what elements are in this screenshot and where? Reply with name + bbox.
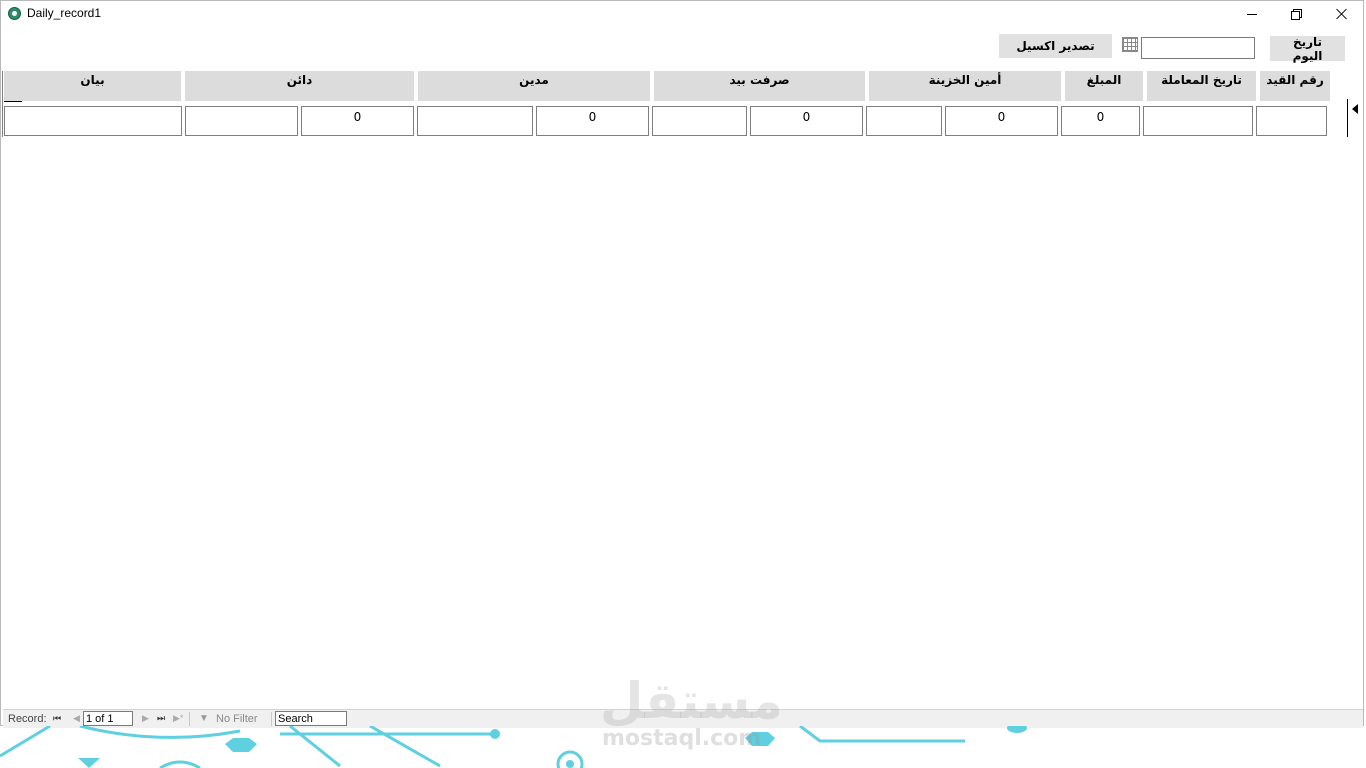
circuit-node — [490, 729, 500, 739]
debit-name-field[interactable] — [417, 106, 533, 136]
debit-id-field[interactable]: 0 — [536, 106, 649, 136]
column-header-credit: دائن — [185, 71, 414, 101]
description-field[interactable] — [4, 106, 182, 136]
circuit-lines — [0, 726, 965, 768]
circuit-line — [369, 726, 441, 768]
column-header-amount: المبلغ — [1065, 71, 1143, 101]
title-bar: Daily_record1 — [1, 1, 1363, 27]
divider — [271, 712, 272, 726]
today-date-button[interactable]: تاريخ اليوم — [1270, 35, 1345, 63]
minimize-icon — [1247, 13, 1257, 15]
circuit-node — [566, 760, 574, 768]
triangle-shape — [78, 758, 100, 768]
treasurer-name-field[interactable] — [866, 106, 942, 136]
column-header-entry-no: رقم القيد — [1260, 71, 1330, 101]
column-header-treasurer: أمين الخزينة — [869, 71, 1061, 101]
circuit-line — [289, 726, 341, 768]
column-header-transaction-date: تاريخ المعاملة — [1147, 71, 1256, 101]
filter-status[interactable]: No Filter — [216, 713, 258, 725]
entry-no-field[interactable] — [1256, 106, 1327, 136]
filter-icon[interactable]: ▼ — [199, 713, 209, 724]
watermark-logo: مستقل — [600, 672, 783, 730]
next-record-icon[interactable]: ▶ — [142, 713, 149, 724]
paid-by-name-field[interactable] — [652, 106, 747, 136]
restore-icon — [1291, 9, 1302, 20]
circuit-line — [0, 726, 51, 758]
access-form-icon — [8, 7, 21, 20]
hexagon-shape — [225, 738, 257, 752]
calendar-icon[interactable] — [1122, 37, 1138, 52]
record-label: Record: — [8, 713, 47, 725]
date-field[interactable] — [1141, 37, 1255, 59]
close-button[interactable] — [1319, 1, 1365, 27]
previous-record-icon[interactable]: ◀ — [73, 713, 80, 724]
restore-button[interactable] — [1273, 1, 1319, 27]
circuit-line — [79, 726, 241, 739]
record-position-input[interactable] — [83, 711, 133, 726]
minimize-button[interactable] — [1229, 1, 1275, 27]
last-record-icon[interactable]: ⏭ — [157, 713, 165, 724]
circuit-line — [159, 760, 201, 768]
watermark-url: mostaql.com — [602, 726, 762, 751]
transaction-date-field[interactable] — [1143, 106, 1253, 136]
search-input[interactable] — [275, 711, 347, 726]
amount-field[interactable]: 0 — [1061, 106, 1140, 136]
column-header-description: بيان — [4, 71, 181, 101]
close-icon — [1336, 8, 1348, 20]
app-window: Daily_record1 تاريخ اليوم تصدير اكسيل رق… — [0, 0, 1364, 728]
credit-name-field[interactable] — [185, 106, 298, 136]
new-record-icon[interactable]: ▶* — [173, 713, 183, 724]
column-header-paid-by: صرفت بيد — [654, 71, 865, 101]
column-header-debit: مدين — [418, 71, 650, 101]
record-selector-bar — [1347, 99, 1348, 137]
paid-by-id-field[interactable]: 0 — [750, 106, 863, 136]
circuit-line — [799, 726, 965, 743]
focus-indicator — [4, 101, 22, 102]
window-title: Daily_record1 — [27, 6, 102, 20]
export-excel-button[interactable]: تصدير اكسيل — [999, 34, 1112, 58]
divider — [189, 712, 190, 726]
treasurer-id-field[interactable]: 0 — [945, 106, 1058, 136]
current-record-icon[interactable] — [1352, 104, 1358, 114]
grid-left-border — [2, 71, 3, 137]
circuit-node — [1007, 726, 1027, 733]
first-record-icon[interactable]: ⏮ — [53, 713, 61, 724]
credit-id-field[interactable]: 0 — [301, 106, 414, 136]
